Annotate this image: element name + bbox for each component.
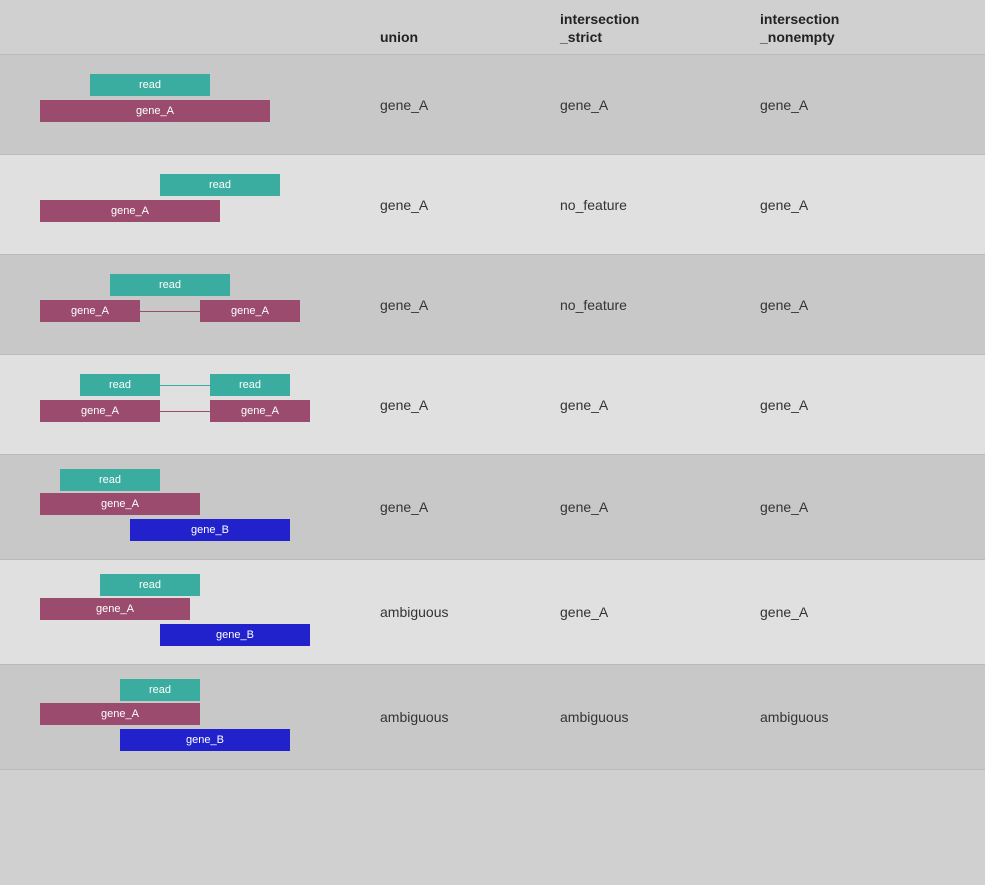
nonempty-value: gene_A — [750, 297, 950, 313]
geneA-bar-right: gene_A — [200, 300, 300, 322]
geneB-bar: gene_B — [120, 729, 290, 751]
strict-value: gene_A — [550, 97, 750, 113]
table-row: read gene_A gene_A gene_A no_feature gen… — [0, 255, 985, 355]
diagram-row5: read gene_A gene_B — [10, 467, 340, 547]
header-intersection-nonempty: intersection _nonempty — [750, 10, 950, 46]
geneA-bar-left: gene_A — [40, 400, 160, 422]
read-connector — [160, 385, 210, 386]
main-table: union intersection _strict intersection … — [0, 0, 985, 770]
diagram-cell: read gene_A gene_B — [0, 560, 370, 664]
diagram-cell: read gene_A gene_B — [0, 665, 370, 769]
read-bar-2: read — [210, 374, 290, 396]
diagram-row1: read gene_A — [10, 70, 340, 140]
nonempty-value: gene_A — [750, 604, 950, 620]
diagram-row3: read gene_A gene_A — [10, 270, 340, 340]
nonempty-value: gene_A — [750, 97, 950, 113]
strict-value: ambiguous — [550, 709, 750, 725]
strict-value: no_feature — [550, 297, 750, 313]
diagram-row7: read gene_A gene_B — [10, 677, 340, 757]
table-row: read gene_A gene_A gene_A gene_A — [0, 55, 985, 155]
nonempty-value: gene_A — [750, 499, 950, 515]
geneA-bar: gene_A — [40, 100, 270, 122]
diagram-cell: read read gene_A gene_A — [0, 358, 370, 452]
geneB-bar: gene_B — [160, 624, 310, 646]
table-row: read gene_A gene_B ambiguous gene_A gene… — [0, 560, 985, 665]
intron-line — [160, 411, 210, 412]
intron-line — [140, 311, 200, 312]
read-bar: read — [120, 679, 200, 701]
read-bar: read — [90, 74, 210, 96]
table-row: read read gene_A gene_A gene_A gene_A ge… — [0, 355, 985, 455]
diagram-row4: read read gene_A gene_A — [10, 370, 340, 440]
strict-value: no_feature — [550, 197, 750, 213]
read-bar: read — [160, 174, 280, 196]
geneA-bar: gene_A — [40, 200, 220, 222]
read-bar: read — [110, 274, 230, 296]
union-value: gene_A — [370, 397, 550, 413]
table-row: read gene_A gene_A no_feature gene_A — [0, 155, 985, 255]
nonempty-value: ambiguous — [750, 709, 950, 725]
diagram-cell: read gene_A gene_A — [0, 258, 370, 352]
geneA-bar-left: gene_A — [40, 300, 140, 322]
union-value: gene_A — [370, 499, 550, 515]
table-row: read gene_A gene_B gene_A gene_A gene_A — [0, 455, 985, 560]
nonempty-value: gene_A — [750, 197, 950, 213]
geneA-bar: gene_A — [40, 493, 200, 515]
diagram-row2: read gene_A — [10, 170, 340, 240]
union-value: gene_A — [370, 297, 550, 313]
geneA-bar: gene_A — [40, 703, 200, 725]
table-header: union intersection _strict intersection … — [0, 0, 985, 55]
diagram-cell: read gene_A — [0, 58, 370, 152]
read-bar: read — [100, 574, 200, 596]
strict-value: gene_A — [550, 499, 750, 515]
geneA-bar: gene_A — [40, 598, 190, 620]
nonempty-value: gene_A — [750, 397, 950, 413]
header-intersection-strict: intersection _strict — [550, 10, 750, 46]
diagram-cell: read gene_A — [0, 158, 370, 252]
union-value: gene_A — [370, 197, 550, 213]
strict-value: gene_A — [550, 604, 750, 620]
geneB-bar: gene_B — [130, 519, 290, 541]
diagram-cell: read gene_A gene_B — [0, 455, 370, 559]
header-union: union — [370, 28, 550, 46]
read-bar: read — [60, 469, 160, 491]
strict-value: gene_A — [550, 397, 750, 413]
table-row: read gene_A gene_B ambiguous ambiguous a… — [0, 665, 985, 770]
union-value: ambiguous — [370, 709, 550, 725]
read-bar-1: read — [80, 374, 160, 396]
geneA-bar-right: gene_A — [210, 400, 310, 422]
union-value: ambiguous — [370, 604, 550, 620]
union-value: gene_A — [370, 97, 550, 113]
diagram-row6: read gene_A gene_B — [10, 572, 340, 652]
